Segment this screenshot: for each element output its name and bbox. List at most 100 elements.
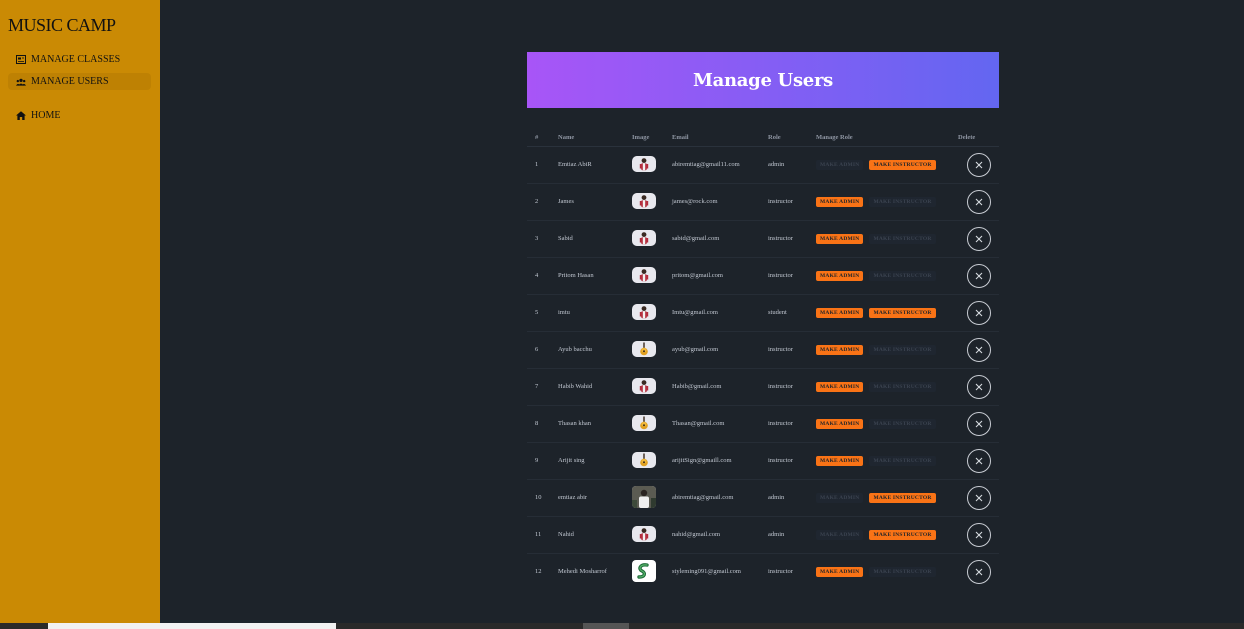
table-row: 9 Arijit sing arijitSign@gmaill.com instruc…: [527, 442, 999, 480]
table-row: 11 Nahid nahid@gmail.com admin MAKE ADMIN MAK…: [527, 516, 999, 554]
delete-button[interactable]: [966, 522, 991, 547]
make-instructor-button[interactable]: MAKE INSTRUCTOR: [869, 529, 936, 540]
sidebar-item-home[interactable]: HOME: [8, 107, 151, 124]
delete-button[interactable]: [966, 559, 991, 584]
make-instructor-button[interactable]: MAKE INSTRUCTOR: [869, 418, 936, 429]
make-instructor-button[interactable]: MAKE INSTRUCTOR: [869, 455, 936, 466]
make-admin-button[interactable]: MAKE ADMIN: [816, 270, 864, 281]
row-index: 8: [527, 405, 550, 443]
make-admin-button[interactable]: MAKE ADMIN: [816, 196, 864, 207]
make-admin-button[interactable]: MAKE ADMIN: [816, 159, 864, 170]
manage-role-cell: MAKE ADMIN MAKE INSTRUCTOR: [808, 405, 958, 443]
row-index: 4: [527, 257, 550, 295]
make-instructor-button[interactable]: MAKE INSTRUCTOR: [869, 566, 936, 577]
delete-button[interactable]: [966, 448, 991, 473]
avatar-cell: [624, 294, 664, 332]
sidebar-item-manage-users[interactable]: MANAGE USERS: [8, 73, 151, 90]
make-admin-button[interactable]: MAKE ADMIN: [816, 418, 864, 429]
make-admin-button[interactable]: MAKE ADMIN: [816, 307, 864, 318]
make-admin-button[interactable]: MAKE ADMIN: [816, 455, 864, 466]
row-index: 6: [527, 331, 550, 369]
close-icon: [975, 568, 982, 576]
sidebar-item-manage-classes[interactable]: MANAGE CLASSES: [8, 51, 151, 68]
close-icon: [975, 494, 982, 501]
manage-role-cell: MAKE ADMIN MAKE INSTRUCTOR: [808, 294, 958, 332]
make-instructor-button[interactable]: MAKE INSTRUCTOR: [869, 307, 936, 318]
make-admin-button[interactable]: MAKE ADMIN: [816, 492, 864, 503]
avatar-cell: [624, 146, 664, 184]
user-role: admin: [760, 516, 808, 554]
delete-cell: [958, 220, 999, 258]
scrollbar-track-highlight: [48, 623, 336, 629]
classes-icon: [16, 55, 26, 65]
page-header: Manage Users: [527, 52, 999, 108]
sidebar-item-label: HOME: [31, 110, 61, 121]
table-row: 4 Pritom Hasan pritom@gmail.com instructor M…: [527, 257, 999, 295]
user-email: Imtu@gmail.com: [664, 294, 760, 332]
table-row: 8 Thasan khan Thasan@gmail.com instructor MA…: [527, 405, 999, 443]
users-icon: [16, 77, 26, 87]
close-icon: [975, 346, 982, 353]
manage-role-cell: MAKE ADMIN MAKE INSTRUCTOR: [808, 516, 958, 554]
manage-role-cell: MAKE ADMIN MAKE INSTRUCTOR: [808, 368, 958, 406]
user-email: Thasan@gmail.com: [664, 405, 760, 443]
make-admin-button[interactable]: MAKE ADMIN: [816, 381, 864, 392]
delete-cell: [958, 553, 999, 590]
make-instructor-button[interactable]: MAKE INSTRUCTOR: [869, 344, 936, 355]
table-row: 1 Emtiaz AbiR abiremtiag@gmail11.com admin M…: [527, 146, 999, 184]
avatar-cell: [624, 257, 664, 295]
avatar: [632, 526, 656, 542]
make-instructor-button[interactable]: MAKE INSTRUCTOR: [869, 233, 936, 244]
row-index: 11: [527, 516, 550, 554]
horizontal-scrollbar[interactable]: [0, 623, 1244, 629]
user-role: instructor: [760, 183, 808, 221]
manage-role-cell: MAKE ADMIN MAKE INSTRUCTOR: [808, 183, 958, 221]
delete-button[interactable]: [966, 300, 991, 325]
user-email: pritom@gmail.com: [664, 257, 760, 295]
user-role: instructor: [760, 331, 808, 369]
delete-button[interactable]: [966, 411, 991, 436]
avatar-cell: [624, 183, 664, 221]
make-instructor-button[interactable]: MAKE INSTRUCTOR: [869, 159, 936, 170]
make-admin-button[interactable]: MAKE ADMIN: [816, 233, 864, 244]
make-instructor-button[interactable]: MAKE INSTRUCTOR: [869, 270, 936, 281]
user-role: admin: [760, 479, 808, 517]
user-email: nahid@gmail.com: [664, 516, 760, 554]
user-email: styleming091@gmail.com: [672, 568, 741, 576]
user-role: student: [760, 294, 808, 332]
delete-button[interactable]: [966, 152, 991, 177]
table-row: 12 Mehedi Mosharrof styleming091@gmail.com…: [527, 553, 999, 590]
delete-button[interactable]: [966, 226, 991, 251]
make-instructor-button[interactable]: MAKE INSTRUCTOR: [869, 492, 936, 503]
make-admin-button[interactable]: MAKE ADMIN: [816, 344, 864, 355]
make-admin-button[interactable]: MAKE ADMIN: [816, 529, 864, 540]
user-name: Arijit sing: [550, 442, 624, 480]
manage-role-cell: MAKE ADMIN MAKE INSTRUCTOR: [808, 257, 958, 295]
make-instructor-button[interactable]: MAKE INSTRUCTOR: [869, 381, 936, 392]
delete-button[interactable]: [966, 485, 991, 510]
delete-cell: [958, 146, 999, 184]
user-email: james@rock.com: [664, 183, 760, 221]
user-name: Thasan khan: [550, 405, 624, 443]
make-admin-button[interactable]: MAKE ADMIN: [816, 566, 864, 577]
table-row: 6 Ayub bacchu ayub@gmail.com instructor MAKE…: [527, 331, 999, 369]
avatar: [632, 415, 656, 431]
user-name: James: [550, 183, 624, 221]
delete-button[interactable]: [966, 263, 991, 288]
close-icon: [975, 309, 982, 316]
delete-cell: [958, 442, 999, 480]
row-index: 3: [527, 220, 550, 258]
avatar: [632, 452, 656, 468]
users-table: # Name Image Email Role Manage Role Dele…: [527, 130, 999, 590]
user-name: imtu: [550, 294, 624, 332]
user-role: instructor: [760, 442, 808, 480]
avatar: [632, 485, 656, 508]
user-email: ayub@gmail.com: [664, 331, 760, 369]
avatar: [632, 267, 656, 283]
delete-button[interactable]: [966, 337, 991, 362]
scrollbar-thumb[interactable]: [583, 623, 629, 629]
make-instructor-button[interactable]: MAKE INSTRUCTOR: [869, 196, 936, 207]
delete-button[interactable]: [966, 189, 991, 214]
delete-button[interactable]: [966, 374, 991, 399]
avatar-cell: [624, 553, 664, 590]
